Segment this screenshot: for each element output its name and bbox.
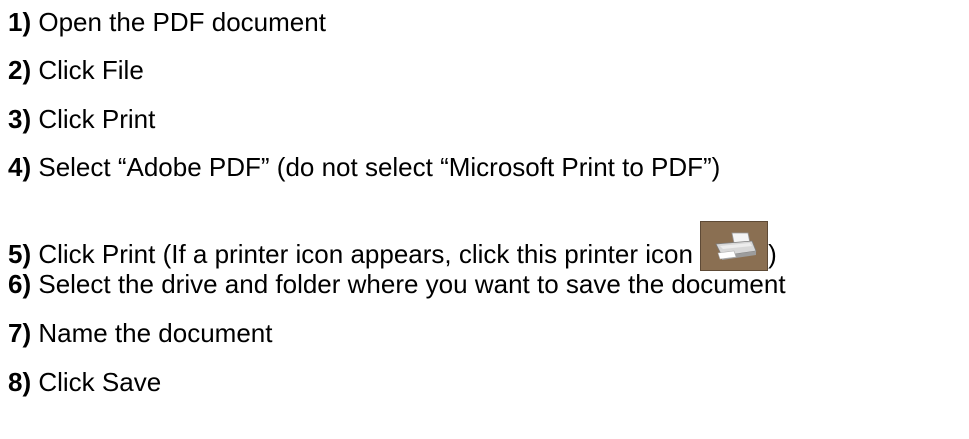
- step-text: Open the PDF document: [31, 7, 326, 37]
- step-5: 5) Click Print (If a printer icon appear…: [8, 221, 777, 271]
- step-number: 7): [8, 318, 32, 348]
- step-1: 1) Open the PDF document: [8, 7, 326, 37]
- step-number: 2): [8, 55, 32, 85]
- step-text: Click Print: [31, 104, 156, 134]
- step-3: 3) Click Print: [8, 104, 155, 134]
- step-number: 8): [8, 367, 32, 397]
- step-6: 6) Select the drive and folder where you…: [8, 269, 786, 299]
- step-text: Click File: [31, 55, 144, 85]
- step-text: Click Print (If a printer icon appears, …: [31, 239, 701, 269]
- step-number: 5): [8, 239, 32, 269]
- step-text: Click Save: [31, 367, 162, 397]
- step-number: 1): [8, 7, 32, 37]
- step-text-end: ): [768, 239, 777, 269]
- step-number: 4): [8, 152, 32, 182]
- step-text: Select “Adobe PDF” (do not select “Micro…: [31, 152, 721, 182]
- step-7: 7) Name the document: [8, 318, 272, 348]
- step-number: 6): [8, 269, 32, 299]
- step-2: 2) Click File: [8, 55, 144, 85]
- step-4: 4) Select “Adobe PDF” (do not select “Mi…: [8, 152, 720, 182]
- step-text: Name the document: [31, 318, 273, 348]
- step-number: 3): [8, 104, 32, 134]
- printer-icon: [700, 221, 769, 271]
- step-8: 8) Click Save: [8, 367, 161, 397]
- step-text: Select the drive and folder where you wa…: [31, 269, 786, 299]
